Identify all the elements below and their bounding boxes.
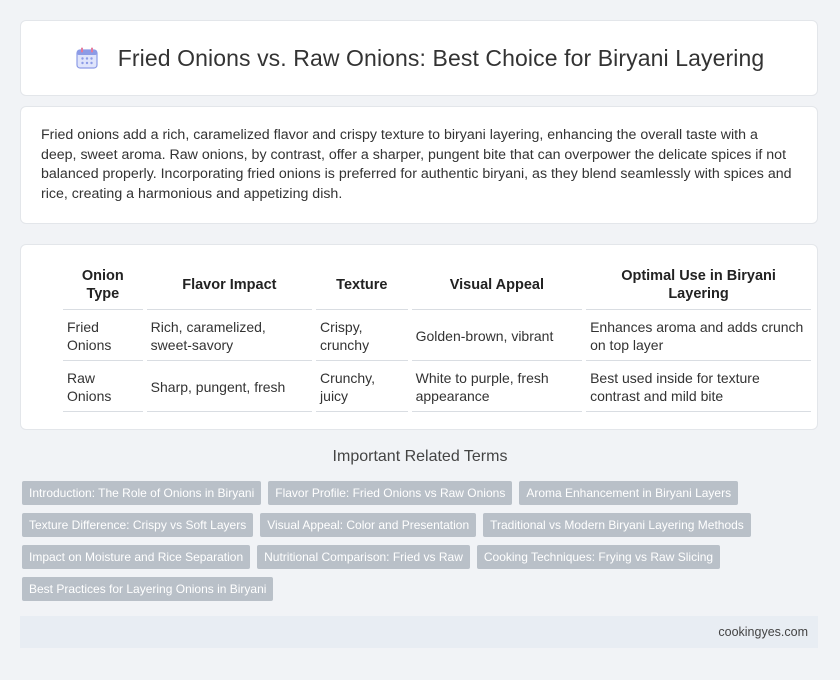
table-row: Raw Onions Sharp, pungent, fresh Crunchy… — [63, 361, 811, 412]
footer: cookingyes.com — [20, 616, 818, 648]
table-cell: Best used inside for texture contrast an… — [586, 361, 811, 412]
table-cell: White to purple, fresh appearance — [411, 361, 583, 412]
comparison-table: Onion Type Flavor Impact Texture Visual … — [59, 261, 815, 412]
related-term-chip[interactable]: Cooking Techniques: Frying vs Raw Slicin… — [476, 545, 721, 569]
footer-site-link[interactable]: cookingyes.com — [718, 625, 808, 639]
table-header-row: Onion Type Flavor Impact Texture Visual … — [63, 261, 811, 310]
table-card: Onion Type Flavor Impact Texture Visual … — [20, 244, 818, 430]
header-flavor-impact: Flavor Impact — [146, 261, 313, 310]
related-term-chip[interactable]: Flavor Profile: Fried Onions vs Raw Onio… — [268, 481, 513, 505]
related-term-chip[interactable]: Nutritional Comparison: Fried vs Raw — [257, 545, 470, 569]
table-cell: Raw Onions — [63, 361, 143, 412]
table-cell: Sharp, pungent, fresh — [146, 361, 313, 412]
title-wrap: Fried Onions vs. Raw Onions: Best Choice… — [74, 45, 765, 72]
page-title: Fried Onions vs. Raw Onions: Best Choice… — [117, 44, 765, 71]
table-cell: Crunchy, juicy — [316, 361, 408, 412]
related-terms-heading: Important Related Terms — [332, 448, 508, 465]
related-term-chip[interactable]: Introduction: The Role of Onions in Biry… — [22, 481, 262, 505]
related-term-chip[interactable]: Visual Appeal: Color and Presentation — [260, 513, 477, 537]
related-term-chip[interactable]: Aroma Enhancement in Biryani Layers — [519, 481, 739, 505]
table-cell: Crispy, crunchy — [316, 310, 408, 361]
table-cell: Enhances aroma and adds crunch on top la… — [586, 310, 811, 361]
table-cell: Fried Onions — [63, 310, 143, 361]
table-cell: Golden-brown, vibrant — [411, 310, 583, 361]
header-texture: Texture — [316, 261, 408, 310]
related-term-chip[interactable]: Best Practices for Layering Onions in Bi… — [22, 577, 274, 601]
header-card: Fried Onions vs. Raw Onions: Best Choice… — [20, 20, 818, 96]
related-term-chip[interactable]: Texture Difference: Crispy vs Soft Layer… — [22, 513, 254, 537]
related-terms-list: Introduction: The Role of Onions in Biry… — [22, 481, 802, 601]
header-onion-type: Onion Type — [63, 261, 143, 310]
table-row: Fried Onions Rich, caramelized, sweet-sa… — [63, 310, 811, 361]
header-optimal-use: Optimal Use in Biryani Layering — [586, 261, 811, 310]
related-term-chip[interactable]: Traditional vs Modern Biryani Layering M… — [483, 513, 751, 537]
table-cell: Rich, caramelized, sweet-savory — [146, 310, 313, 361]
intro-card: Fried onions add a rich, caramelized fla… — [20, 106, 818, 224]
related-term-chip[interactable]: Impact on Moisture and Rice Separation — [22, 545, 251, 569]
calendar-icon — [74, 45, 100, 71]
header-visual-appeal: Visual Appeal — [411, 261, 583, 310]
intro-paragraph: Fried onions add a rich, caramelized fla… — [41, 127, 792, 202]
